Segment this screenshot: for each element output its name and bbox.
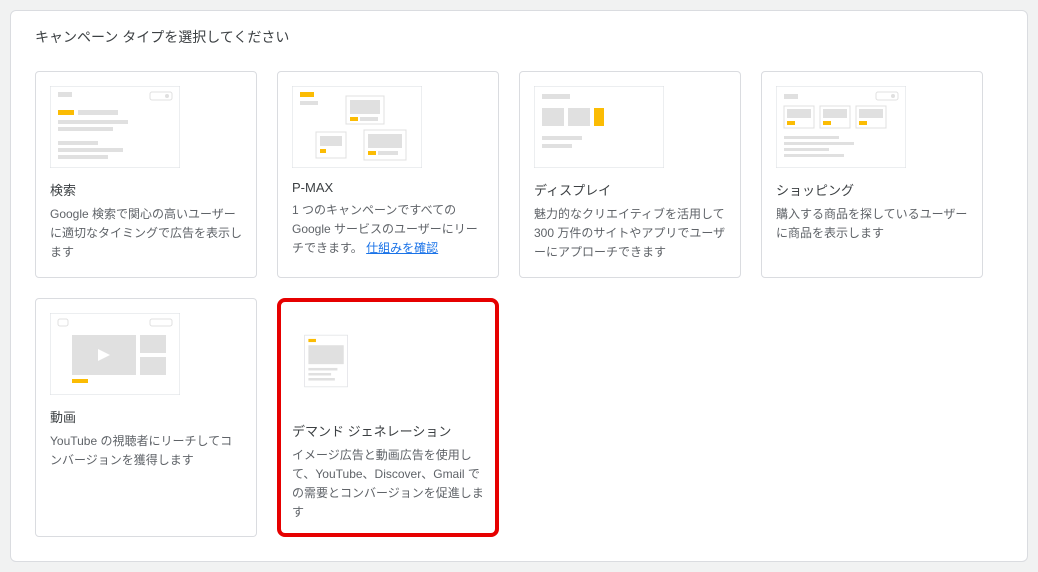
- campaign-card-shopping[interactable]: ショッピング 購入する商品を探しているユーザーに商品を表示します: [761, 71, 983, 278]
- display-thumb-icon: [534, 86, 664, 168]
- panel-title: キャンペーン タイプを選択してください: [11, 11, 1027, 63]
- card-title: P-MAX: [292, 180, 484, 195]
- card-desc: 1 つのキャンペーンですべての Google サービスのユーザーにリーチできます…: [292, 201, 484, 259]
- campaign-card-video[interactable]: 動画 YouTube の視聴者にリーチしてコンバージョンを獲得します: [35, 298, 257, 538]
- campaign-type-panel: キャンペーン タイプを選択してください 検索: [10, 10, 1028, 562]
- card-title: ショッピング: [776, 180, 968, 199]
- demandgen-thumb-icon: [292, 313, 374, 409]
- card-desc: 魅力的なクリエイティブを活用して 300 万件のサイトやアプリでユーザーにアプロ…: [534, 205, 726, 263]
- card-title: デマンド ジェネレーション: [292, 421, 484, 440]
- card-grid: 検索 Google 検索で関心の高いユーザーに適切なタイミングで広告を表示します: [35, 71, 1003, 537]
- campaign-card-demandgen[interactable]: デマンド ジェネレーション イメージ広告と動画広告を使用して、YouTube、D…: [277, 298, 499, 538]
- card-title: ディスプレイ: [534, 180, 726, 199]
- pmax-learn-more-link[interactable]: 仕組みを確認: [366, 241, 438, 255]
- card-desc: YouTube の視聴者にリーチしてコンバージョンを獲得します: [50, 432, 242, 470]
- campaign-card-display[interactable]: ディスプレイ 魅力的なクリエイティブを活用して 300 万件のサイトやアプリでユ…: [519, 71, 741, 278]
- card-desc: イメージ広告と動画広告を使用して、YouTube、Discover、Gmail …: [292, 446, 484, 523]
- card-desc: Google 検索で関心の高いユーザーに適切なタイミングで広告を表示します: [50, 205, 242, 263]
- card-desc: 購入する商品を探しているユーザーに商品を表示します: [776, 205, 968, 243]
- pmax-thumb-icon: [292, 86, 422, 168]
- shopping-thumb-icon: [776, 86, 906, 168]
- campaign-card-search[interactable]: 検索 Google 検索で関心の高いユーザーに適切なタイミングで広告を表示します: [35, 71, 257, 278]
- card-title: 動画: [50, 407, 242, 426]
- panel-body: 検索 Google 検索で関心の高いユーザーに適切なタイミングで広告を表示します: [11, 63, 1027, 561]
- campaign-card-pmax[interactable]: P-MAX 1 つのキャンペーンですべての Google サービスのユーザーにリ…: [277, 71, 499, 278]
- card-title: 検索: [50, 180, 242, 199]
- search-thumb-icon: [50, 86, 180, 168]
- video-thumb-icon: [50, 313, 180, 395]
